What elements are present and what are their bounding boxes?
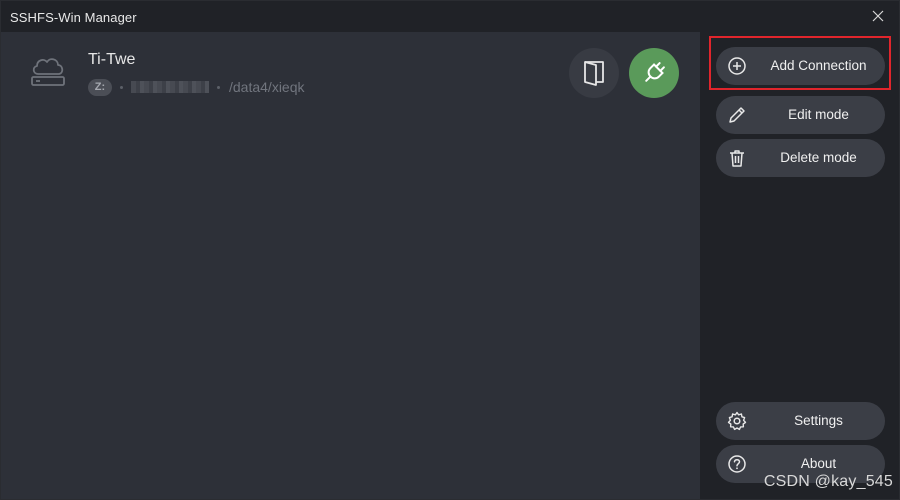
- window-title: SSHFS-Win Manager: [10, 10, 137, 25]
- separator-dot: [217, 85, 220, 89]
- connection-name: Ti-Twe: [88, 51, 136, 68]
- trash-icon: [730, 150, 744, 167]
- connect-button[interactable]: [629, 48, 679, 98]
- delete-mode-label: Delete mode: [780, 150, 857, 165]
- settings-label: Settings: [794, 413, 843, 428]
- edit-mode-label: Edit mode: [788, 107, 849, 122]
- help-circle-icon: [728, 455, 746, 473]
- delete-mode-button[interactable]: Delete mode: [716, 139, 885, 177]
- separator-dot: [120, 85, 123, 89]
- highlight-box: [709, 36, 891, 90]
- gear-icon: [727, 411, 747, 431]
- connection-info: Z: /data4/xieqk: [88, 78, 305, 96]
- watermark: CSDN @kay_545: [763, 473, 893, 490]
- title-bar: SSHFS-Win Manager: [1, 1, 899, 32]
- cloud-server-icon: [31, 58, 65, 86]
- app-window: SSHFS-Win Manager Ti-Twe Z: /data4/xieqk: [0, 0, 900, 500]
- pencil-icon: [729, 107, 745, 123]
- connections-panel: Ti-Twe Z: /data4/xieqk: [1, 32, 700, 499]
- folder-open-icon: [584, 61, 604, 86]
- close-button[interactable]: [863, 4, 893, 28]
- close-icon: [872, 10, 884, 22]
- host-redacted: [131, 81, 209, 93]
- open-folder-button[interactable]: [569, 48, 619, 98]
- edit-mode-button[interactable]: Edit mode: [716, 96, 885, 134]
- settings-button[interactable]: Settings: [716, 402, 885, 440]
- plug-icon: [645, 62, 665, 82]
- drive-letter-badge: Z:: [88, 78, 112, 96]
- remote-path: /data4/xieqk: [229, 79, 305, 95]
- connection-item[interactable]: Ti-Twe Z: /data4/xieqk: [1, 32, 700, 108]
